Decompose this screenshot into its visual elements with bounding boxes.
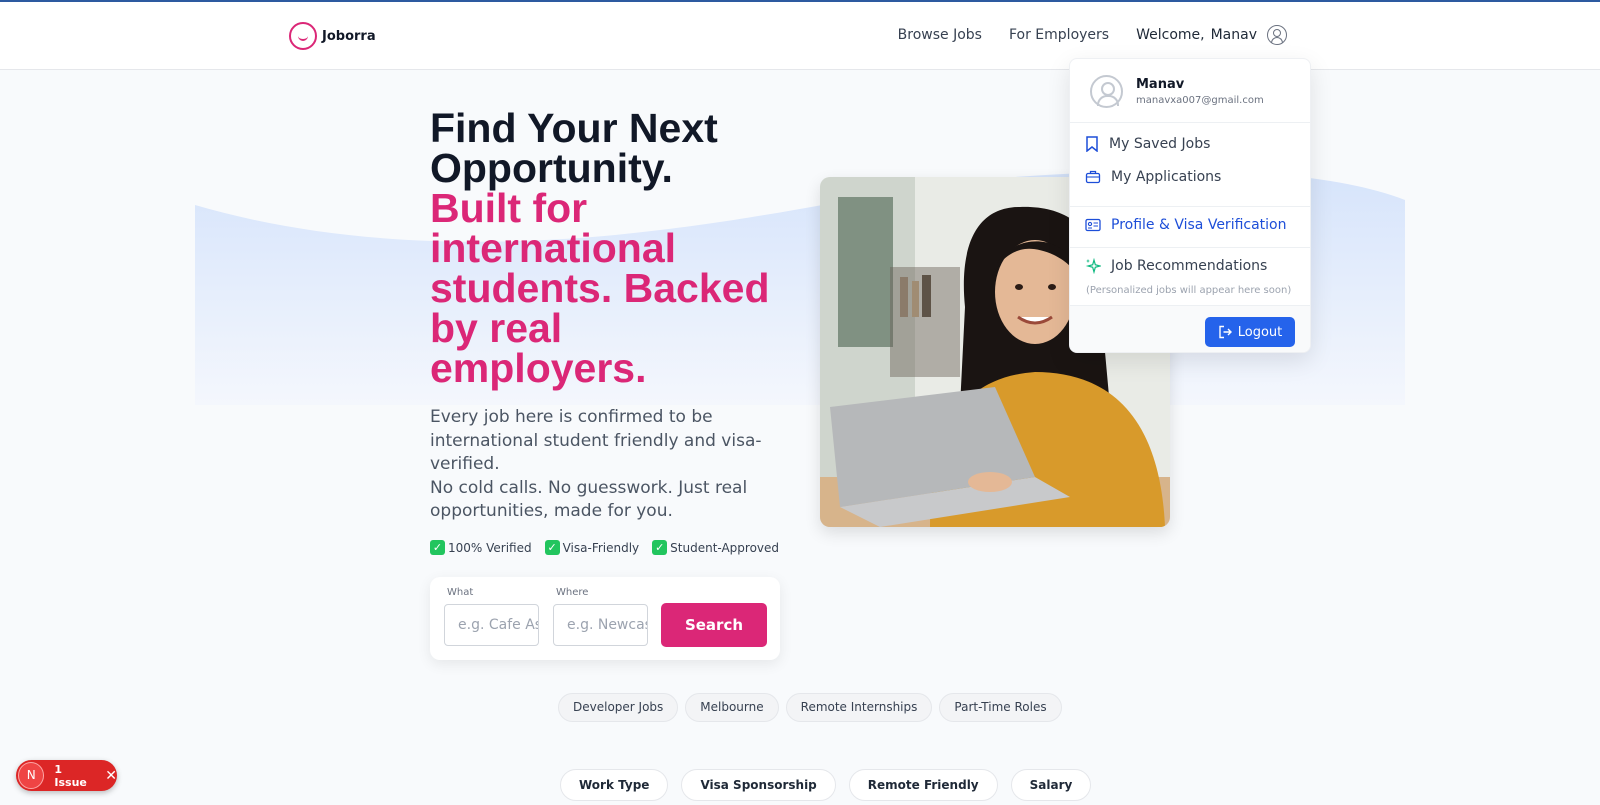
- recommendations-note: (Personalized jobs will appear here soon…: [1086, 285, 1292, 296]
- hero-subtitle-line: Built for: [430, 185, 588, 231]
- trust-badge: ✓ Student-Approved: [652, 540, 779, 555]
- menu-item-job-recommendations[interactable]: Job Recommendations: [1085, 258, 1267, 274]
- menu-item-applications[interactable]: My Applications: [1085, 169, 1221, 185]
- chip-remote-internships[interactable]: Remote Internships: [785, 693, 933, 722]
- filter-salary[interactable]: Salary: [1010, 769, 1092, 801]
- logout-label: Logout: [1237, 324, 1283, 340]
- nav-browse-jobs[interactable]: Browse Jobs: [898, 27, 982, 43]
- where-input[interactable]: e.g. Newcastle: [553, 604, 648, 646]
- menu-item-label: Job Recommendations: [1111, 258, 1268, 274]
- dev-issues-indicator[interactable]: N 1 Issue ✕: [16, 760, 117, 791]
- trust-badge: ✓ Visa-Friendly: [544, 540, 640, 555]
- filter-remote-friendly[interactable]: Remote Friendly: [848, 769, 998, 801]
- hero-desc-paragraph: No cold calls. No guesswork. Just real o…: [430, 477, 748, 522]
- hero-subtitle-line: by real: [430, 305, 563, 351]
- welcome-label: Welcome,: [1136, 27, 1205, 43]
- nav-for-employers[interactable]: For Employers: [1009, 27, 1109, 43]
- trust-badge-label: Visa-Friendly: [562, 540, 640, 555]
- what-input[interactable]: e.g. Cafe Assistant: [444, 604, 539, 646]
- trust-badges: ✓ 100% Verified ✓ Visa-Friendly ✓ Student-A…: [430, 540, 779, 555]
- trust-badge: ✓ 100% Verified: [430, 540, 532, 555]
- menu-divider: [1070, 247, 1310, 248]
- what-label: What: [447, 587, 474, 598]
- user-circle-icon: [1267, 25, 1287, 45]
- user-dropdown-menu: Manav manavxa007@gmail.com My Saved Jobs…: [1069, 58, 1311, 353]
- menu-item-saved-jobs[interactable]: My Saved Jobs: [1085, 136, 1210, 152]
- menu-divider: [1070, 206, 1310, 207]
- check-icon: ✓: [652, 540, 668, 555]
- menu-item-label: Profile & Visa Verification: [1111, 217, 1287, 233]
- sparkles-icon: [1085, 258, 1101, 274]
- brand-logo-link[interactable]: Joborra: [289, 22, 376, 50]
- hero-subtitle-line: international: [430, 225, 677, 271]
- search-button[interactable]: Search: [661, 603, 767, 647]
- briefcase-icon: [1085, 170, 1101, 184]
- chip-melbourne[interactable]: Melbourne: [685, 693, 779, 722]
- popular-search-chips: Developer Jobs Melbourne Remote Internsh…: [558, 693, 1062, 722]
- avatar-icon: [1090, 75, 1123, 108]
- where-label: Where: [556, 587, 589, 598]
- trust-badge-label: Student-Approved: [670, 540, 780, 555]
- chip-developer-jobs[interactable]: Developer Jobs: [558, 693, 679, 722]
- filter-work-type[interactable]: Work Type: [560, 769, 669, 801]
- menu-item-label: My Applications: [1111, 169, 1222, 185]
- logout-icon: [1219, 325, 1232, 339]
- main-nav: Browse Jobs For Employers Welcome, Manav: [898, 25, 1287, 45]
- welcome-username: Manav: [1210, 27, 1257, 43]
- hero-desc-paragraph: Every job here is confirmed to be intern…: [430, 407, 762, 474]
- hero-title: Find Your Next Opportunity. Built for in…: [430, 105, 800, 391]
- brand-name: Joborra: [322, 28, 376, 44]
- check-icon: ✓: [430, 540, 445, 555]
- trust-badge-label: 100% Verified: [448, 540, 532, 555]
- dropdown-user-email: manavxa007@gmail.com: [1136, 95, 1264, 106]
- dropdown-user-name: Manav: [1136, 77, 1185, 92]
- filter-visa-sponsorship[interactable]: Visa Sponsorship: [681, 769, 836, 801]
- close-icon[interactable]: ✕: [105, 768, 117, 784]
- bookmark-icon: [1086, 136, 1098, 152]
- user-menu-toggle[interactable]: Welcome, Manav: [1136, 25, 1287, 45]
- dropdown-user-header: Manav manavxa007@gmail.com: [1070, 59, 1310, 123]
- nextjs-logo-icon: N: [18, 762, 45, 789]
- id-card-icon: [1085, 218, 1101, 232]
- hero-title-line: Opportunity.: [430, 145, 673, 191]
- filter-bar: Work Type Visa Sponsorship Remote Friend…: [560, 769, 1092, 801]
- chip-part-time-roles[interactable]: Part-Time Roles: [939, 693, 1062, 722]
- hero-subtitle-line: students. Backed: [430, 265, 770, 311]
- logout-button[interactable]: Logout: [1205, 317, 1295, 347]
- dropdown-footer: Logout: [1070, 305, 1310, 352]
- job-search-form: What e.g. Cafe Assistant Where e.g. Newc…: [430, 577, 780, 660]
- issue-count: 1 Issue: [54, 762, 87, 789]
- check-icon: ✓: [544, 540, 560, 555]
- menu-item-profile-visa[interactable]: Profile & Visa Verification: [1085, 217, 1287, 233]
- smile-logo-icon: [289, 22, 317, 50]
- hero-subtitle-line: employers.: [430, 345, 647, 391]
- site-header: Joborra Browse Jobs For Employers Welcom…: [0, 2, 1600, 70]
- hero-description: Every job here is confirmed to be intern…: [430, 406, 790, 524]
- menu-item-label: My Saved Jobs: [1109, 136, 1211, 152]
- hero-title-line: Find Your Next: [430, 105, 718, 151]
